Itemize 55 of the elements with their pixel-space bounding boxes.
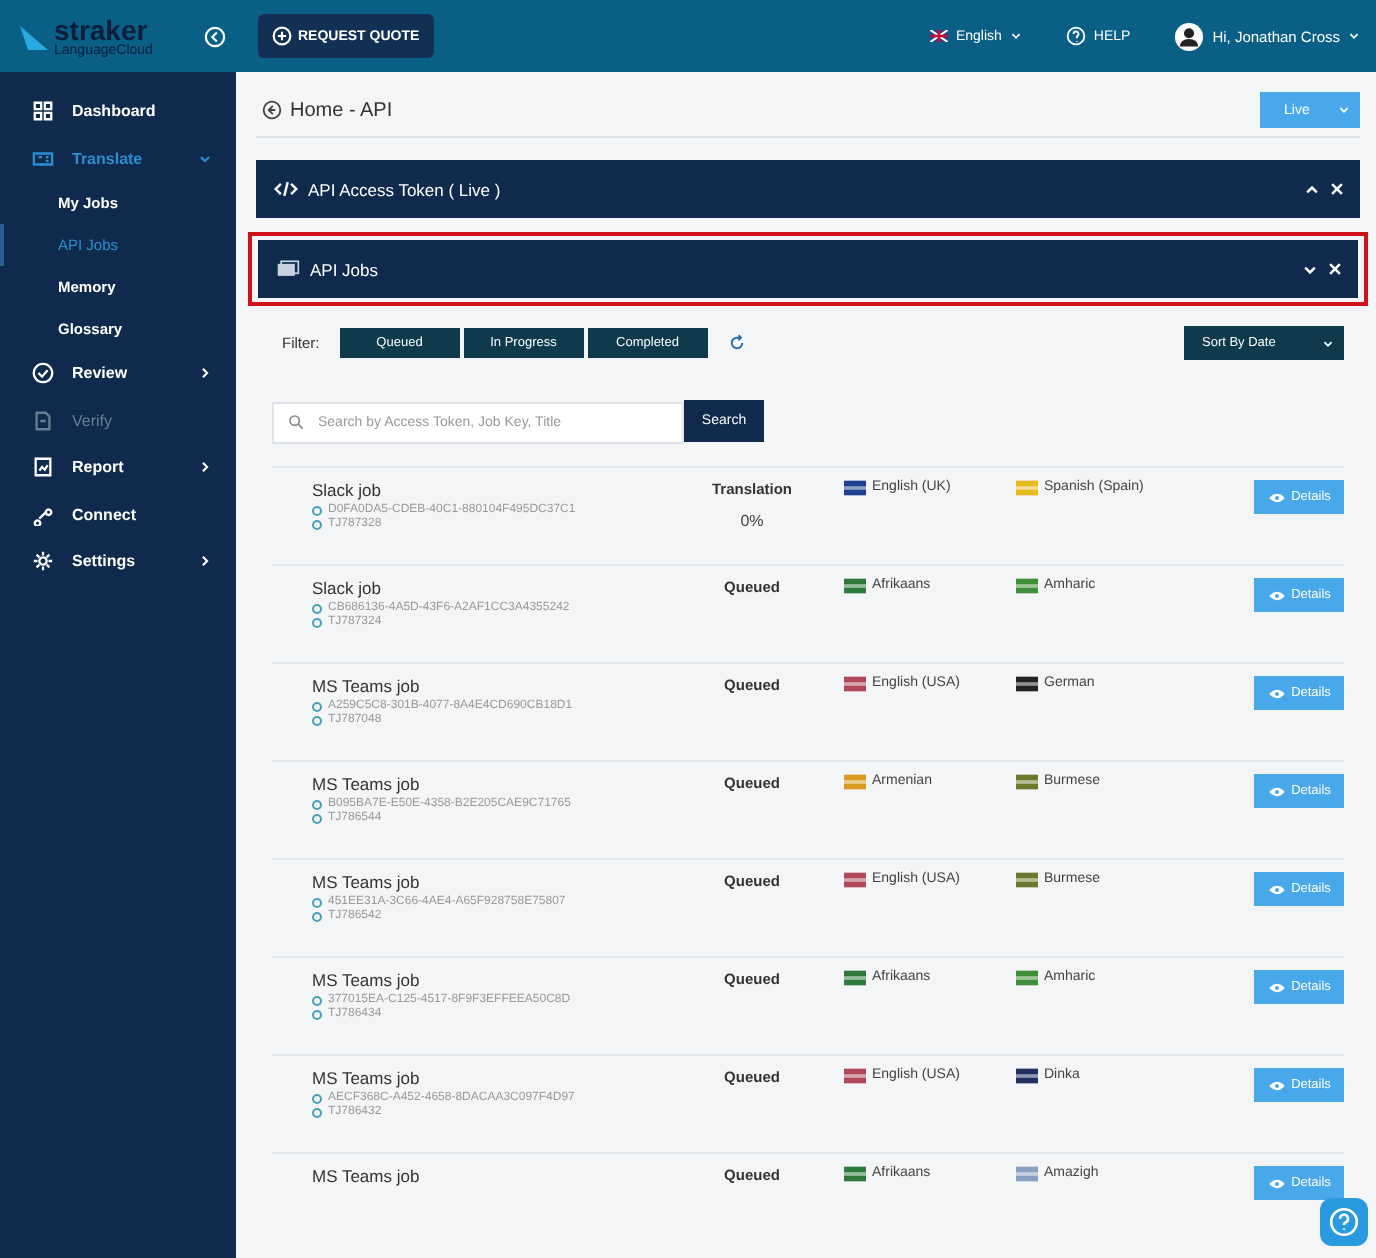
close-icon[interactable] [1328,262,1342,276]
plus-circle-icon [272,26,292,46]
menu-item-icon [32,503,54,526]
refresh-icon[interactable] [727,334,746,352]
sidebar-item[interactable]: Dashboard [0,88,236,135]
menu-item-icon [32,362,54,385]
menu-item-icon [32,100,54,123]
eye-icon [1267,1177,1286,1189]
logo-icon [20,22,48,50]
job-title: MS Teams job [312,1166,422,1186]
help-button[interactable] [1320,1198,1368,1246]
menu-item-icon [32,550,54,573]
avatar-icon [1174,21,1205,51]
menu-item-icon [32,456,54,479]
job-title: Slack job [312,480,383,500]
eye-icon [1267,1079,1286,1091]
eye-icon [1267,589,1286,601]
help-icon [1065,26,1086,46]
help-icon [1328,1206,1360,1238]
cards-icon [276,260,300,278]
chevron-icon [1348,30,1360,42]
flag-icon [929,30,948,42]
chevron-icon [1009,30,1022,42]
menu-item-icon [32,409,54,432]
sidebar-item[interactable]: Settings [0,538,236,585]
page-title: Home - API [290,99,393,121]
chevron-icon [1338,104,1350,116]
chevron-icon[interactable] [1304,181,1320,197]
eye-icon [1267,785,1286,797]
logo-name: straker [54,15,148,43]
sidebar-item[interactable]: Connect [0,491,236,538]
eye-icon [1267,883,1286,895]
close-icon[interactable] [1330,182,1344,196]
sidebar-item[interactable]: Translate [0,135,236,182]
search-icon [288,413,304,429]
chevron-icon [1322,337,1334,349]
panel-header[interactable]: API Access Token ( Live ) [256,160,1360,218]
sidebar-item[interactable]: Report [0,444,236,491]
collapse-sidebar-icon[interactable] [204,25,226,47]
eye-icon [1267,687,1286,699]
job-percentage: 0% [740,512,764,530]
panel-header[interactable]: API Jobs [258,240,1358,298]
sidebar-item[interactable]: Review [0,350,236,397]
eye-icon [1267,981,1286,993]
code-icon [274,180,298,198]
job-title: MS Teams job [312,872,422,892]
job-title: MS Teams job [312,970,422,990]
eye-icon [1267,491,1286,503]
back-icon[interactable] [262,100,282,120]
job-title: MS Teams job [312,774,422,794]
job-title: Slack job [312,578,383,598]
chevron-icon[interactable] [1302,261,1318,277]
job-title: MS Teams job [312,1068,422,1088]
job-title: MS Teams job [312,676,422,696]
menu-item-icon [32,147,54,170]
